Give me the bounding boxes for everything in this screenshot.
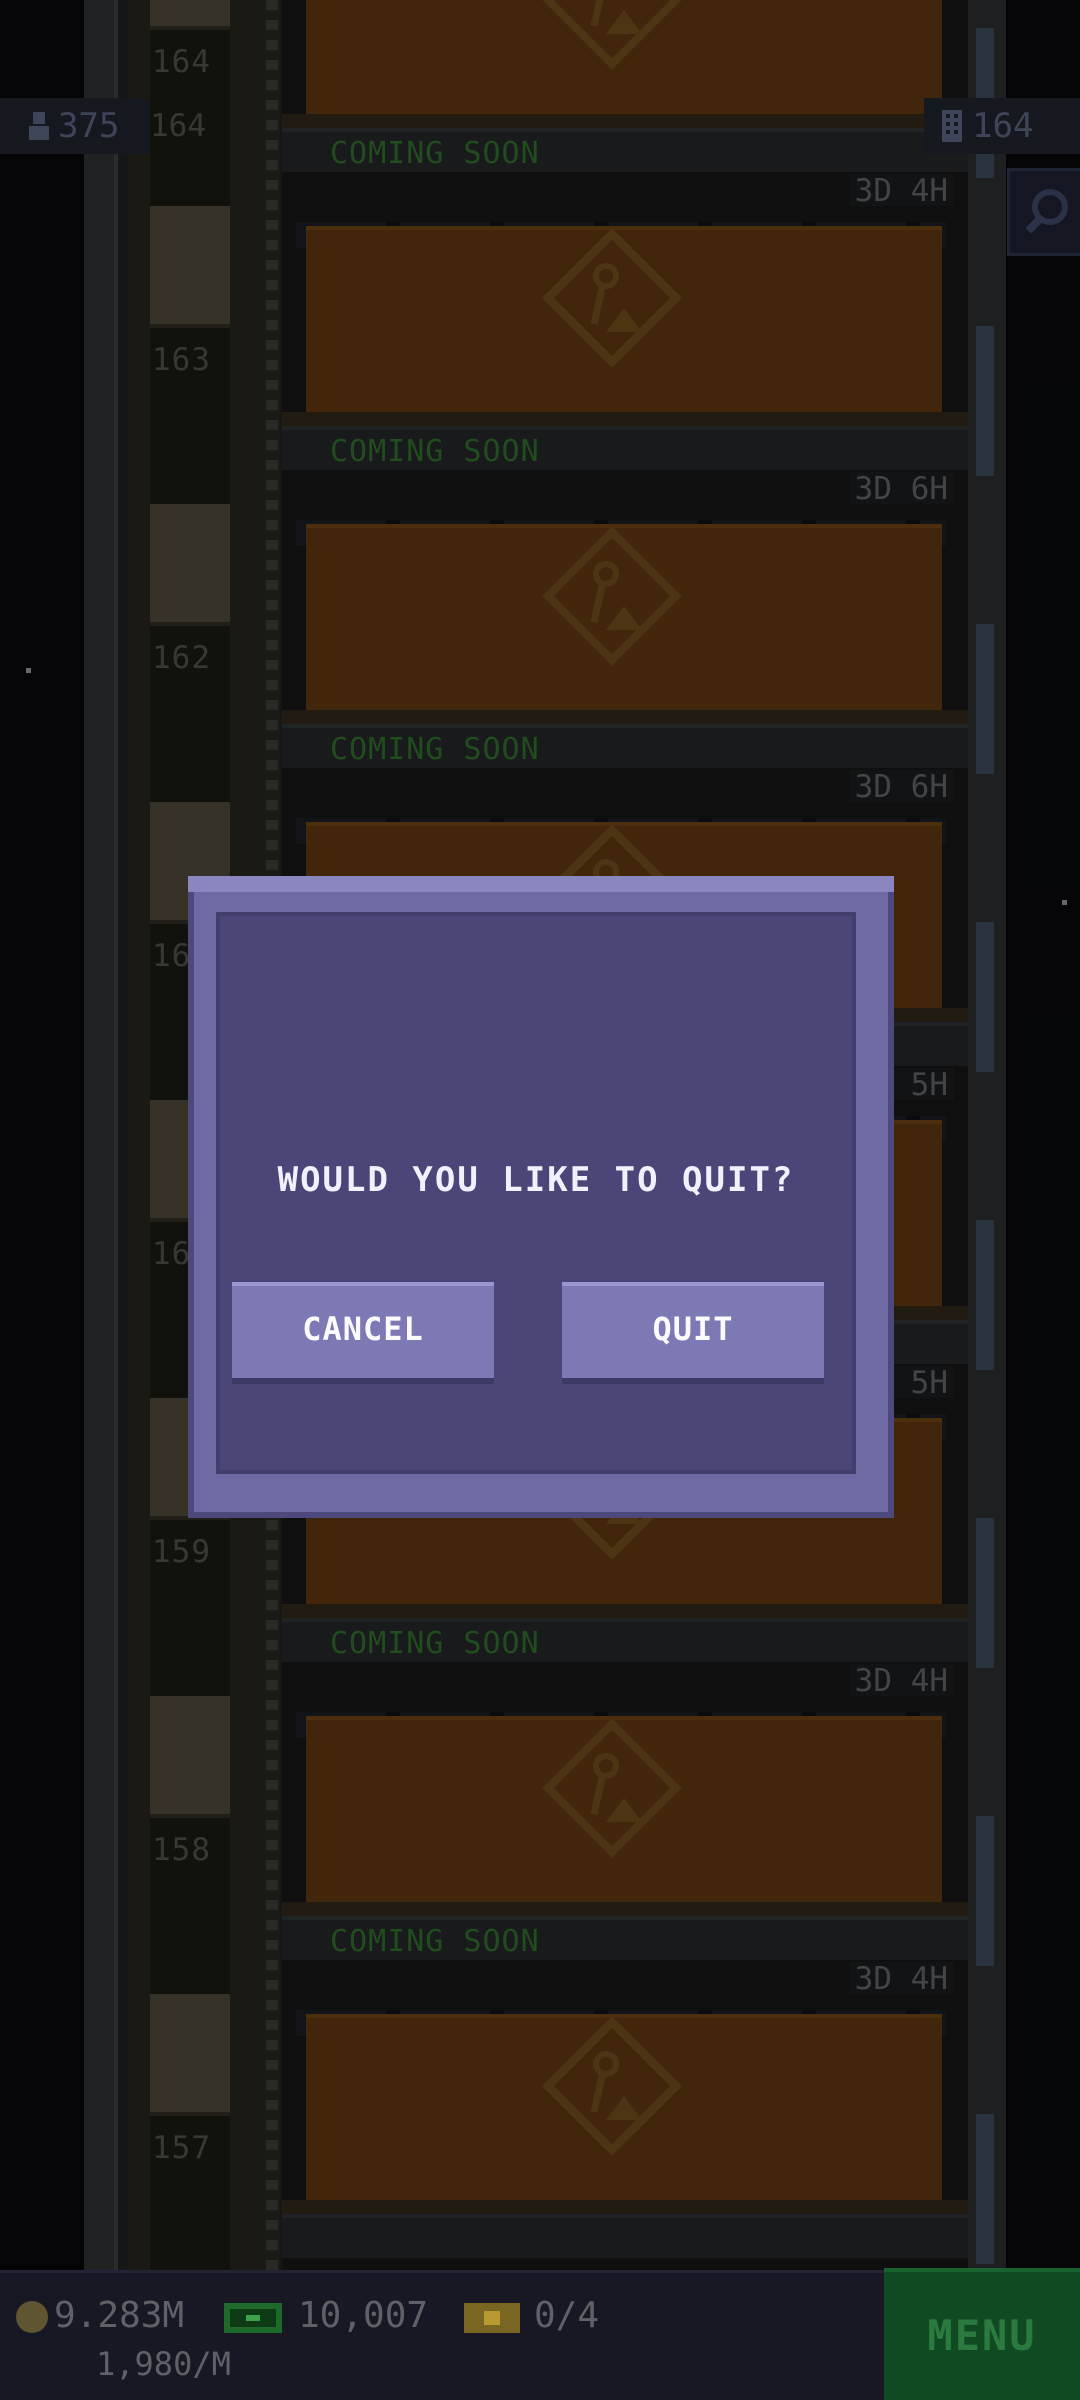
quit-dialog: WOULD YOU LIKE TO QUIT? CANCEL QUIT xyxy=(188,876,894,1518)
cancel-button[interactable]: CANCEL xyxy=(232,1282,494,1384)
menu-button[interactable]: MENU xyxy=(884,2268,1080,2400)
ticket-icon xyxy=(462,2299,522,2341)
dialog-body: WOULD YOU LIKE TO QUIT? CANCEL QUIT xyxy=(216,912,856,1474)
bux-icon xyxy=(222,2299,284,2341)
dialog-title: WOULD YOU LIKE TO QUIT? xyxy=(277,1160,795,1200)
quit-button[interactable]: QUIT xyxy=(562,1282,824,1384)
income-value: 1,980/M xyxy=(96,2345,231,2383)
tickets-value: 0/4 xyxy=(534,2295,600,2336)
dialog-frame-top xyxy=(188,876,894,892)
coin-icon xyxy=(14,2299,50,2339)
game-scene: 164 COMING SOON 3D 4H 163 COMING SOON 3D 6H 16… xyxy=(0,0,1080,2400)
bux-value: 10,007 xyxy=(298,2295,429,2336)
coins-value: 9.283M xyxy=(54,2295,185,2336)
